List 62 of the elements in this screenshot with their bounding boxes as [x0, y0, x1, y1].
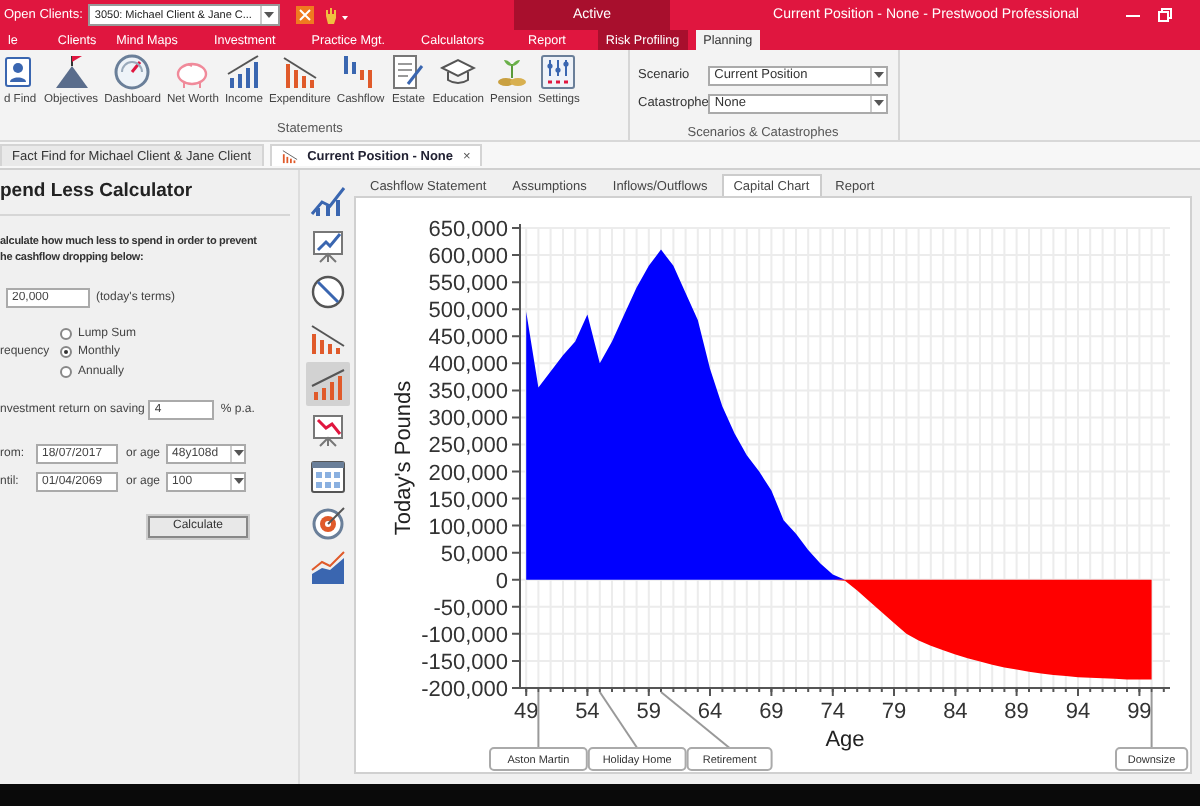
tool-button[interactable]	[305, 362, 349, 406]
target-icon	[309, 504, 345, 540]
y-tick-label: 600,000	[428, 245, 508, 269]
leader-line	[660, 691, 731, 749]
leader-line	[537, 691, 540, 749]
caret-icon	[264, 12, 275, 18]
board-chart-icon	[309, 228, 345, 264]
pension-icon	[493, 54, 529, 90]
objectives-icon	[53, 54, 90, 90]
x-tick-label: 64	[697, 700, 723, 724]
y-axis-title: Today's Pounds	[392, 380, 416, 536]
radio-button[interactable]	[60, 365, 72, 378]
x-tick-label: 79	[881, 700, 907, 724]
x-tick-label: 49	[513, 700, 539, 724]
y-tick-label: 100,000	[428, 515, 508, 540]
close-clients-icon[interactable]	[296, 6, 315, 24]
y-tick-label: 400,000	[428, 353, 508, 378]
x-tick-label: 84	[943, 700, 968, 724]
x-tick-label: 59	[636, 700, 662, 724]
y-tick-label: -50,000	[433, 596, 508, 621]
x-tick-label: 69	[759, 700, 784, 724]
x-tick-label: 99	[1127, 700, 1152, 724]
y-tick-label: -200,000	[421, 678, 508, 702]
x-tick-label: 89	[1004, 700, 1029, 724]
y-tick-label: 250,000	[428, 434, 508, 459]
expenditure-icon	[281, 54, 318, 90]
caret-icon	[233, 450, 244, 456]
radio-button[interactable]	[60, 346, 72, 359]
calculator-title: pend Less Calculator	[0, 180, 195, 204]
y-tick-label: 50,000	[440, 542, 508, 567]
radio-button[interactable]	[60, 327, 72, 340]
y-tick-label: 0	[495, 569, 508, 594]
y-tick-label: 550,000	[428, 272, 508, 297]
x-tick-label: 54	[575, 700, 600, 724]
y-tick-label: 650,000	[428, 218, 508, 242]
chart-icon	[281, 148, 298, 164]
income-icon	[225, 54, 262, 90]
y-tick-label: 450,000	[428, 326, 508, 351]
rising-bars-icon	[309, 366, 345, 402]
y-tick-label: 150,000	[428, 488, 508, 513]
calendar-icon	[309, 458, 345, 494]
rising-chart-icon	[309, 182, 345, 218]
restore-icon[interactable]	[1158, 8, 1172, 22]
caret-icon	[873, 100, 883, 106]
x-tick-label: 74	[820, 700, 846, 724]
x-axis-title: Age	[825, 728, 865, 752]
leader-line	[1150, 691, 1153, 749]
board-falling-icon	[309, 412, 345, 448]
caret-icon	[873, 72, 883, 78]
falling-bars-icon	[309, 320, 345, 356]
y-tick-label: 200,000	[428, 461, 508, 486]
leader-line	[598, 691, 639, 749]
x-tick-label: 94	[1065, 700, 1091, 724]
y-tick-label: 500,000	[428, 299, 508, 324]
slashed-circle-icon	[309, 274, 345, 310]
y-tick-label: 300,000	[428, 407, 508, 432]
y-tick-label: -100,000	[421, 623, 508, 648]
caret-icon	[233, 478, 244, 484]
y-tick-label: 350,000	[428, 380, 508, 405]
area-chart-icon	[309, 550, 345, 586]
hand-icon[interactable]	[324, 6, 349, 24]
y-tick-label: -150,000	[421, 651, 508, 675]
